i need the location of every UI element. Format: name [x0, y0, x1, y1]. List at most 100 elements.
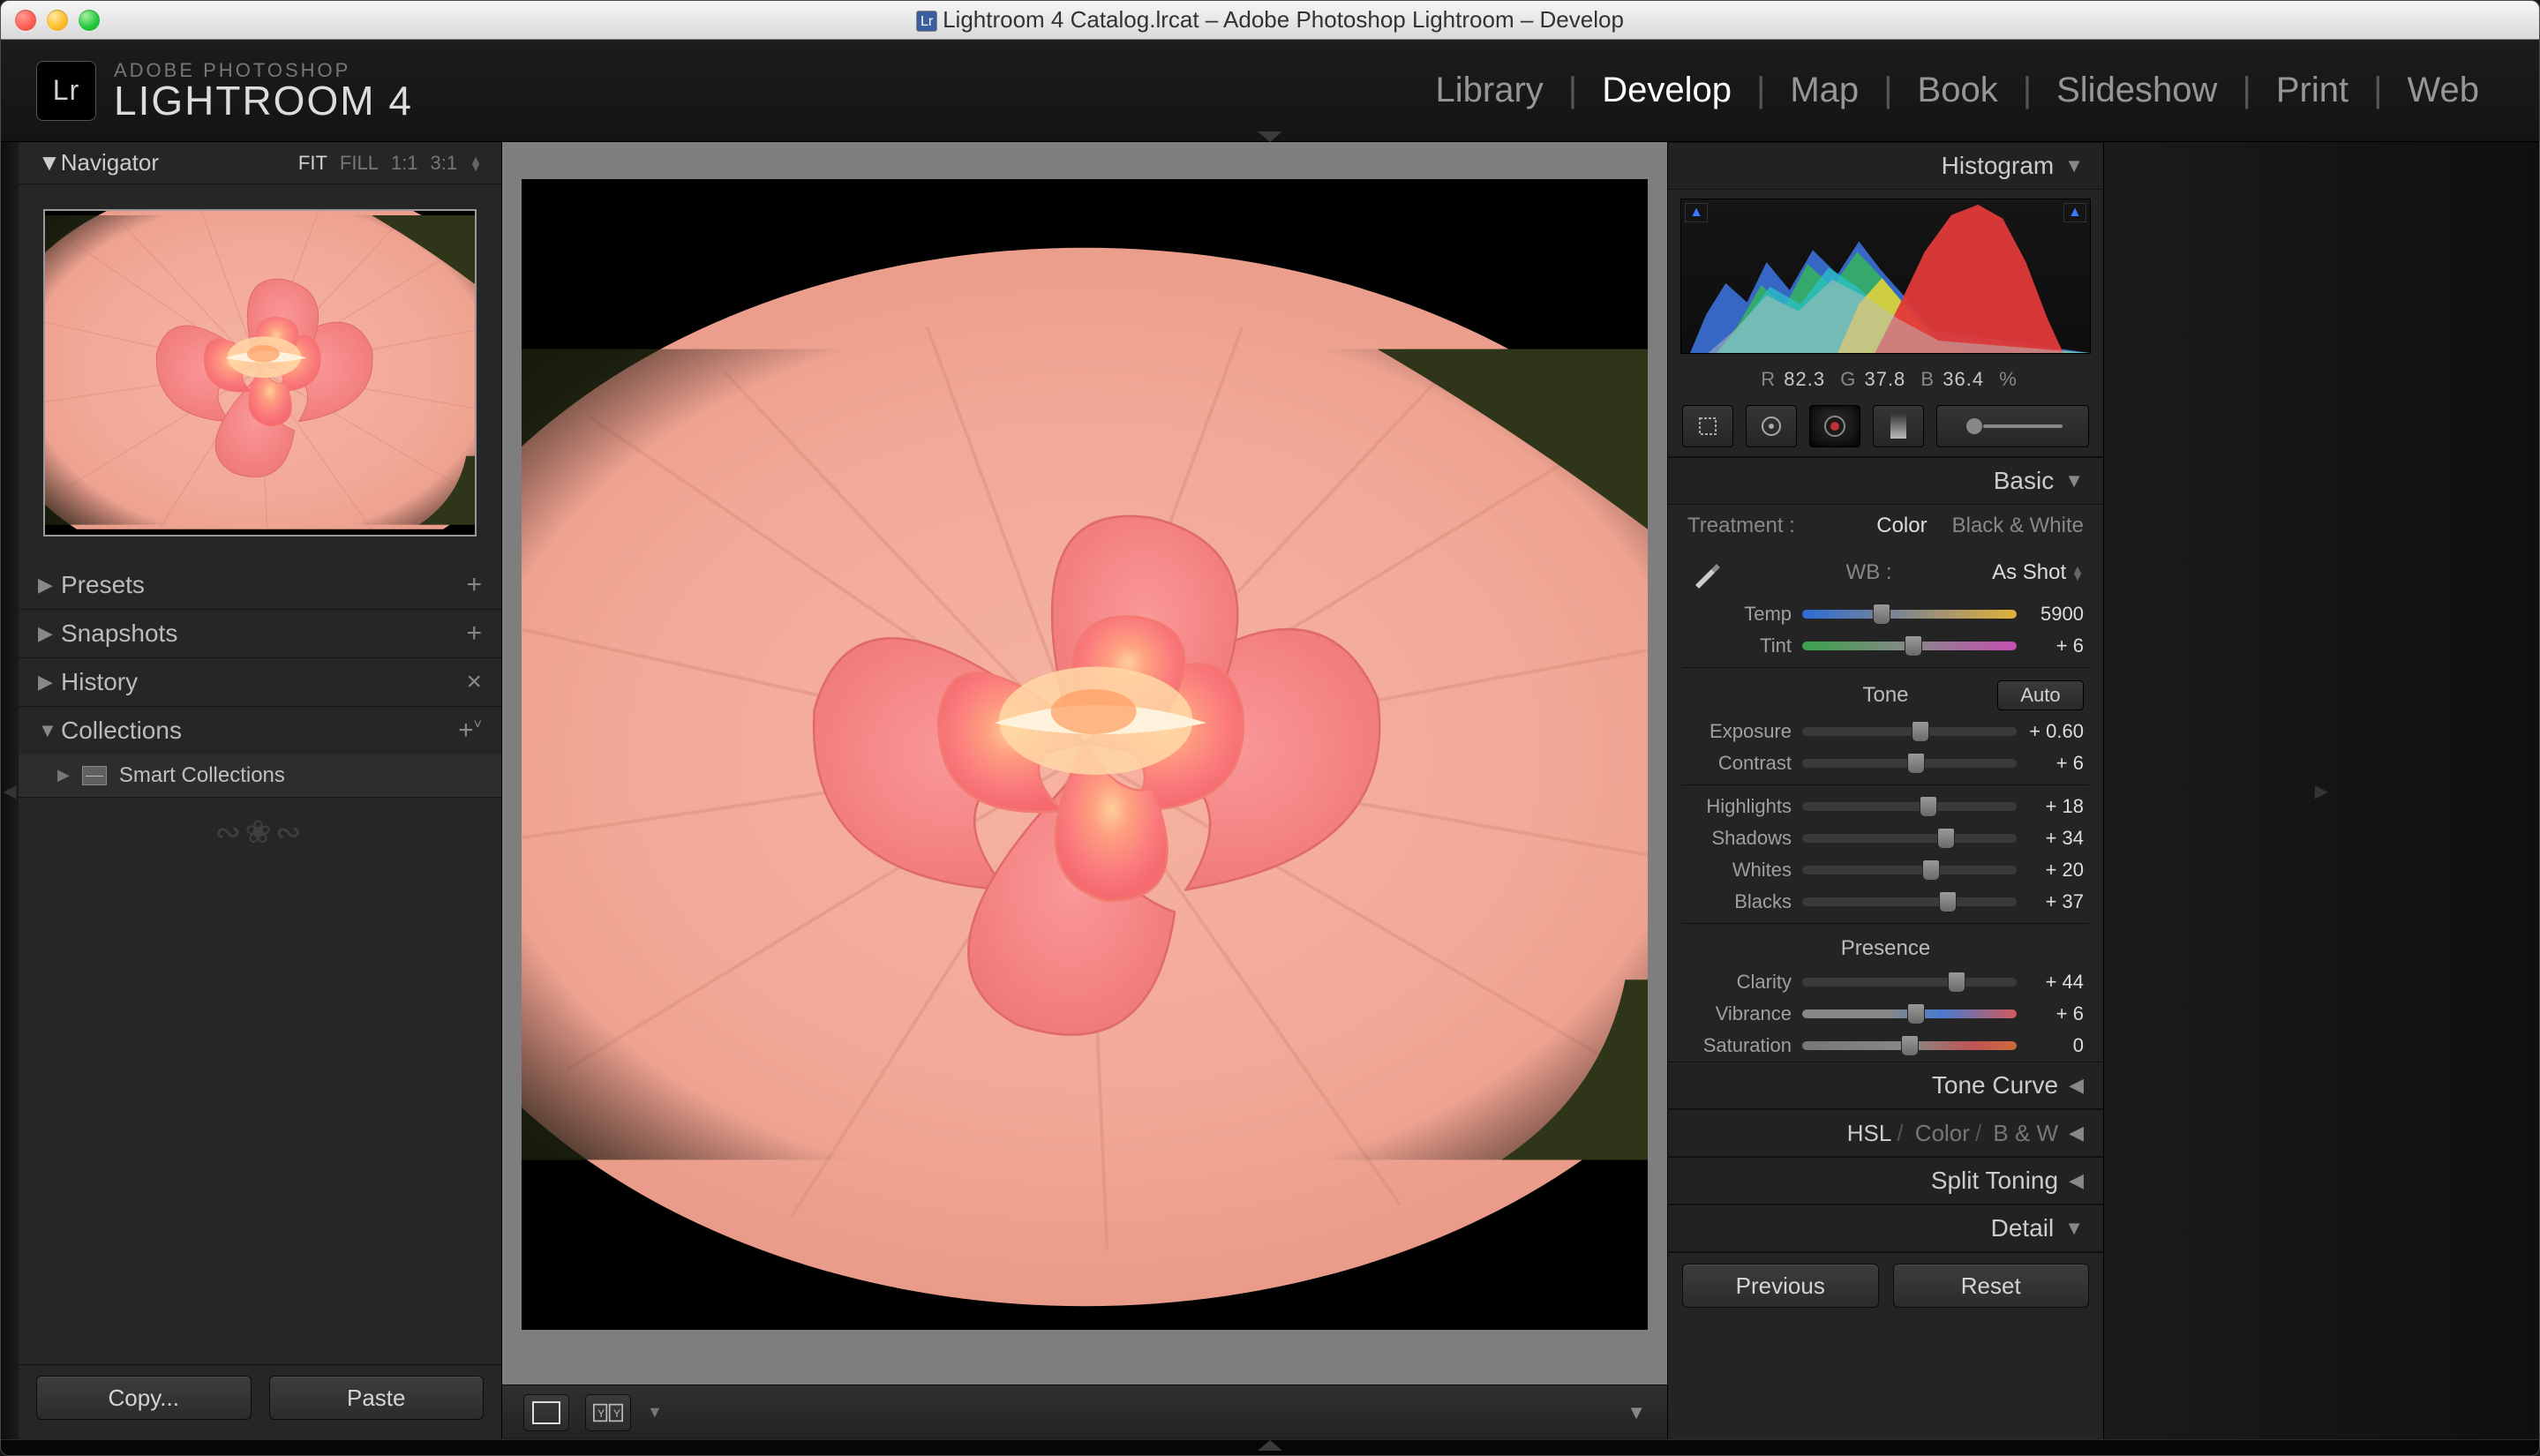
module-book[interactable]: Book	[1893, 71, 2023, 110]
collection-smart-collections[interactable]: ▶ Smart Collections	[19, 754, 501, 797]
before-after-mode-dropdown[interactable]: ▼	[647, 1403, 663, 1422]
chevron-down-icon: ▼	[2064, 469, 2084, 492]
panel-end-ornament: ∾❀∾	[19, 798, 501, 867]
whites-slider[interactable]: Whites+ 20	[1668, 854, 2103, 886]
presence-section-label: Presence	[1774, 936, 1997, 961]
app-logo: Lr ADOBE PHOTOSHOP LIGHTROOM 4	[36, 61, 413, 121]
treatment-row: Treatment : Color Black & White	[1668, 505, 2103, 547]
crop-tool[interactable]	[1682, 405, 1733, 447]
navigator-header[interactable]: ▼Navigator FIT FILL 1:1 3:1 ▲▼	[19, 142, 501, 184]
svg-text:Y: Y	[597, 1407, 605, 1420]
paste-settings-button[interactable]: Paste	[269, 1376, 485, 1420]
shadow-clipping-indicator[interactable]: ▲	[1685, 203, 1708, 222]
tone-curve-panel-header[interactable]: Tone Curve◀	[1668, 1062, 2103, 1109]
header-collapse-handle[interactable]	[1258, 131, 1282, 142]
treatment-color[interactable]: Color	[1876, 514, 1927, 538]
snapshots-panel-header[interactable]: ▶ Snapshots +	[19, 610, 501, 657]
white-balance-picker-icon[interactable]	[1687, 552, 1728, 593]
chevron-left-icon: ◀	[2069, 1074, 2084, 1097]
module-slideshow[interactable]: Slideshow	[2032, 71, 2242, 110]
app-doc-icon: Lr	[916, 11, 937, 32]
chevron-right-icon: ▶	[38, 671, 54, 694]
chevron-right-icon: ▶	[57, 766, 70, 784]
before-after-button[interactable]: YY	[585, 1394, 631, 1431]
hsl-color-tab[interactable]: Color	[1915, 1120, 1970, 1146]
contrast-slider[interactable]: Contrast+ 6	[1668, 747, 2103, 779]
app-header: Lr ADOBE PHOTOSHOP LIGHTROOM 4 Library| …	[1, 40, 2539, 142]
lr-badge-icon: Lr	[36, 61, 96, 121]
highlight-clipping-indicator[interactable]: ▲	[2063, 203, 2086, 222]
wb-label: WB :	[1746, 560, 1992, 585]
zoom-fill[interactable]: FILL	[340, 152, 379, 175]
treatment-bw[interactable]: Black & White	[1952, 514, 2084, 538]
detail-panel-header[interactable]: Detail▼	[1668, 1205, 2103, 1252]
snapshots-add-button[interactable]: +	[466, 619, 482, 649]
graduated-filter-tool[interactable]	[1873, 405, 1924, 447]
tint-slider[interactable]: Tint + 6	[1668, 630, 2103, 662]
chevron-left-icon: ◀	[2069, 1169, 2084, 1192]
module-library[interactable]: Library	[1411, 71, 1568, 110]
previous-button[interactable]: Previous	[1682, 1264, 1879, 1308]
blacks-slider[interactable]: Blacks+ 37	[1668, 886, 2103, 918]
left-panel-collapse[interactable]: ◀	[1, 142, 19, 1439]
hsl-tab[interactable]: HSL	[1847, 1120, 1892, 1146]
main-image[interactable]	[522, 179, 1648, 1330]
temp-slider[interactable]: Temp 5900	[1668, 598, 2103, 630]
filmstrip-collapse[interactable]	[1, 1439, 2539, 1455]
basic-panel-header[interactable]: Basic▼	[1668, 457, 2103, 505]
chevron-down-icon: ▼	[38, 719, 54, 742]
chevron-down-icon: ▼	[38, 149, 61, 176]
collections-panel-header[interactable]: ▼ Collections +˅	[19, 707, 501, 754]
right-panel: Histogram▼ ▲ ▲ R 82.3 G 37.8 B 36.4 %	[1667, 142, 2103, 1439]
chevron-right-icon: ▶	[38, 574, 54, 597]
zoom-1to1[interactable]: 1:1	[391, 152, 418, 175]
chevron-right-icon: ▶	[38, 622, 54, 645]
presets-add-button[interactable]: +	[466, 570, 482, 600]
shadows-slider[interactable]: Shadows+ 34	[1668, 822, 2103, 854]
module-map[interactable]: Map	[1765, 71, 1883, 110]
vibrance-slider[interactable]: Vibrance+ 6	[1668, 998, 2103, 1030]
loupe-view-button[interactable]	[523, 1394, 569, 1431]
chevron-down-icon: ▼	[2064, 1217, 2084, 1240]
hsl-panel-header[interactable]: HSL/ Color/ B & W ◀	[1668, 1109, 2103, 1157]
history-clear-button[interactable]: ×	[466, 667, 482, 697]
canvas-toolbar: YY ▼ ▼	[502, 1385, 1667, 1439]
left-panel: ▼Navigator FIT FILL 1:1 3:1 ▲▼ ▶ Presets…	[19, 142, 502, 1439]
split-toning-panel-header[interactable]: Split Toning◀	[1668, 1157, 2103, 1205]
chevron-left-icon: ◀	[2069, 1122, 2084, 1145]
zoom-3to1[interactable]: 3:1	[431, 152, 458, 175]
copy-settings-button[interactable]: Copy...	[36, 1376, 252, 1420]
window-title: LrLightroom 4 Catalog.lrcat – Adobe Phot…	[1, 6, 2539, 34]
tone-auto-button[interactable]: Auto	[1997, 680, 2084, 710]
histogram-header[interactable]: Histogram▼	[1668, 142, 2103, 190]
spot-removal-tool[interactable]	[1746, 405, 1797, 447]
redeye-tool[interactable]	[1809, 405, 1860, 447]
toolbar-options-dropdown[interactable]: ▼	[1627, 1401, 1646, 1424]
module-web[interactable]: Web	[2382, 71, 2504, 110]
histogram-display[interactable]: ▲ ▲	[1680, 199, 2091, 354]
develop-tool-strip	[1668, 398, 2103, 457]
exposure-slider[interactable]: Exposure+ 0.60	[1668, 716, 2103, 747]
reset-button[interactable]: Reset	[1893, 1264, 2090, 1308]
right-panel-collapse[interactable]: ▶	[2103, 142, 2539, 1439]
svg-text:Y: Y	[613, 1407, 620, 1420]
chevron-down-icon: ▼	[2064, 154, 2084, 177]
develop-canvas: YY ▼ ▼	[502, 142, 1667, 1439]
navigator-preview[interactable]	[43, 209, 477, 537]
module-develop[interactable]: Develop	[1577, 71, 1756, 110]
presets-panel-header[interactable]: ▶ Presets +	[19, 561, 501, 609]
clarity-slider[interactable]: Clarity+ 44	[1668, 966, 2103, 998]
tone-section-label: Tone	[1774, 683, 1997, 708]
wb-dropdown[interactable]: As Shot▲▼	[1992, 560, 2084, 585]
brand-line-2: LIGHTROOM 4	[114, 80, 413, 121]
highlights-slider[interactable]: Highlights+ 18	[1668, 791, 2103, 822]
collections-add-button[interactable]: +˅	[458, 716, 482, 746]
hsl-bw-tab[interactable]: B & W	[1993, 1120, 2058, 1146]
adjustment-brush-tool[interactable]	[1936, 405, 2089, 447]
zoom-dropdown-icon[interactable]: ▲▼	[470, 156, 482, 170]
module-picker: Library| Develop| Map| Book| Slideshow| …	[1411, 71, 2504, 110]
history-panel-header[interactable]: ▶ History ×	[19, 658, 501, 706]
module-print[interactable]: Print	[2251, 71, 2373, 110]
zoom-fit[interactable]: FIT	[298, 152, 327, 175]
saturation-slider[interactable]: Saturation0	[1668, 1030, 2103, 1062]
